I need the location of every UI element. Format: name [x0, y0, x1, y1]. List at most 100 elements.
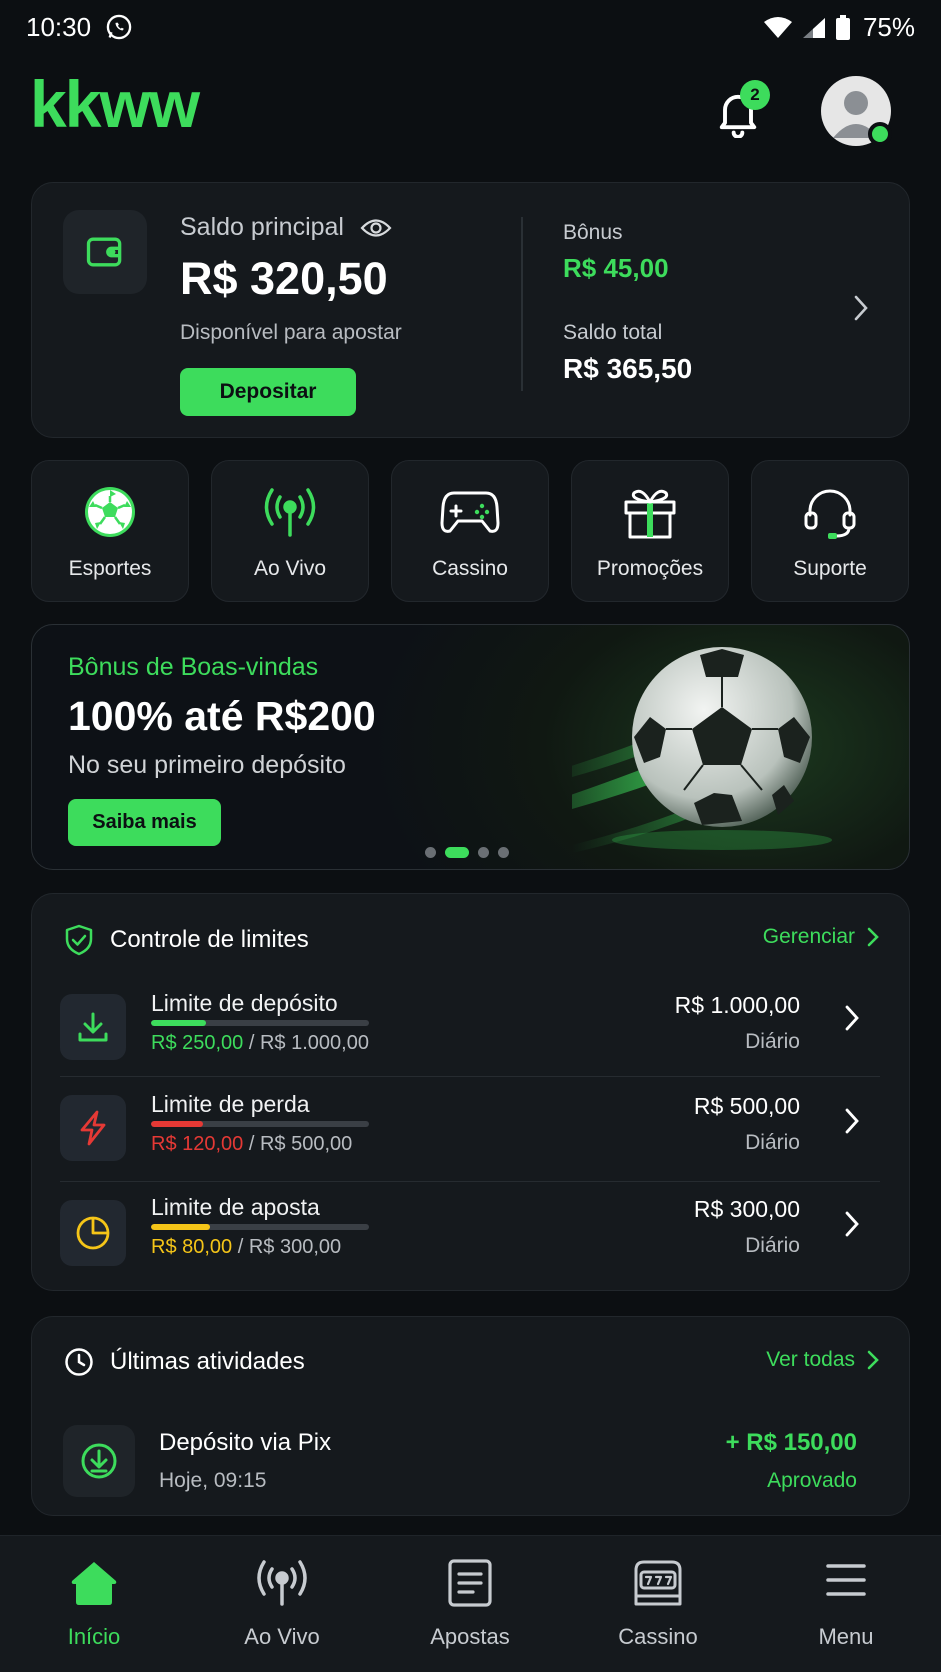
wifi-icon: [763, 16, 793, 40]
wallet-icon: [63, 210, 147, 294]
carousel-dot[interactable]: [478, 847, 489, 858]
live-broadcast-icon: [254, 1558, 310, 1608]
headset-icon: [802, 485, 858, 541]
view-all-label: Ver todas: [766, 1348, 855, 1371]
gamepad-icon: [440, 485, 500, 537]
limit-row-bet[interactable]: Limite de aposta R$ 80,00 / R$ 300,00 R$…: [60, 1181, 880, 1285]
bottom-navigation: Início Ao Vivo Apostas Cassino Menu: [0, 1535, 941, 1672]
activity-time: Hoje, 09:15: [159, 1469, 267, 1492]
chevron-right-icon: [867, 927, 879, 947]
activity-status: Aprovado: [767, 1469, 857, 1492]
nav-label: Início: [67, 1624, 121, 1649]
limit-amount: R$ 300,00: [693, 1196, 800, 1222]
learn-more-button[interactable]: Saiba mais: [68, 799, 221, 846]
limit-row-loss[interactable]: Limite de perda R$ 120,00 / R$ 500,00 R$…: [60, 1076, 880, 1180]
recent-activity-card: Últimas atividades Ver todas Depósito vi…: [31, 1316, 910, 1516]
limit-period: Diário: [745, 1131, 800, 1154]
nav-menu[interactable]: Menu: [752, 1536, 940, 1672]
app-logo[interactable]: kkww: [30, 66, 200, 142]
bet-slip-icon: [447, 1558, 493, 1608]
total-balance-value: R$ 365,50: [563, 353, 693, 384]
lightning-icon: [60, 1095, 126, 1161]
limit-progress-bar: [151, 1020, 369, 1026]
chevron-right-icon: [844, 1004, 860, 1032]
banner-title: Bônus de Boas-vindas: [68, 653, 319, 681]
shield-check-icon: [64, 924, 94, 956]
clock-icon: [64, 1347, 94, 1377]
deposit-button[interactable]: Depositar: [180, 368, 356, 416]
banner-headline: 100% até R$200: [68, 693, 376, 739]
carousel-dots: [425, 847, 509, 858]
quick-action-label: Esportes: [68, 557, 152, 580]
view-all-link[interactable]: Ver todas: [766, 1348, 879, 1372]
limit-total: / R$ 1.000,00: [243, 1032, 369, 1054]
limit-usage: R$ 120,00 / R$ 500,00: [151, 1133, 352, 1156]
slot-machine-icon: [631, 1558, 685, 1608]
live-broadcast-icon: [261, 485, 319, 539]
limit-amount: R$ 1.000,00: [674, 992, 800, 1018]
nav-ao-vivo[interactable]: Ao Vivo: [188, 1536, 376, 1672]
quick-action-cassino[interactable]: Cassino: [391, 460, 549, 602]
eye-icon[interactable]: [360, 217, 392, 239]
carousel-dot[interactable]: [498, 847, 509, 858]
balance-label: Saldo principal: [180, 213, 344, 241]
nav-apostas[interactable]: Apostas: [376, 1536, 564, 1672]
nav-label: Menu: [818, 1624, 874, 1649]
quick-action-ao-vivo[interactable]: Ao Vivo: [211, 460, 369, 602]
limit-total: / R$ 300,00: [232, 1236, 342, 1258]
banner-subtitle: No seu primeiro depósito: [68, 751, 346, 779]
limit-name: Limite de depósito: [151, 990, 338, 1016]
limit-used: R$ 80,00: [151, 1236, 233, 1258]
total-balance-label: Saldo total: [563, 321, 663, 344]
limit-used: R$ 250,00: [151, 1032, 244, 1054]
gift-icon: [622, 485, 678, 541]
carousel-dot[interactable]: [445, 847, 469, 858]
limit-period: Diário: [745, 1234, 800, 1257]
download-circle-icon: [63, 1425, 135, 1497]
quick-action-promocoes[interactable]: Promoções: [571, 460, 729, 602]
balance-divider: [521, 217, 523, 391]
manage-limits-link[interactable]: Gerenciar: [763, 925, 879, 949]
nav-label: Apostas: [430, 1624, 510, 1649]
soccer-ball-illustration: [572, 625, 909, 869]
limit-progress-bar: [151, 1224, 369, 1230]
balance-card: Saldo principal R$ 320,50 Disponível par…: [31, 182, 910, 438]
limit-amount: R$ 500,00: [693, 1093, 800, 1119]
quick-action-label: Suporte: [793, 557, 867, 580]
quick-action-suporte[interactable]: Suporte: [751, 460, 909, 602]
main-balance-amount: R$ 320,50: [180, 253, 388, 304]
quick-action-label: Promoções: [596, 557, 704, 580]
battery-percent: 75%: [862, 12, 915, 42]
limit-row-deposit[interactable]: Limite de depósito R$ 250,00 / R$ 1.000,…: [60, 974, 880, 1078]
download-icon: [60, 994, 126, 1060]
chevron-right-icon: [844, 1107, 860, 1135]
nav-cassino[interactable]: Cassino: [564, 1536, 752, 1672]
quick-action-label: Ao Vivo: [254, 557, 326, 580]
promo-banner[interactable]: Bônus de Boas-vindas 100% até R$200 No s…: [31, 624, 910, 870]
chevron-right-icon[interactable]: [852, 293, 870, 323]
bonus-label: Bônus: [563, 221, 623, 244]
manage-link-label: Gerenciar: [762, 925, 855, 948]
limit-name: Limite de perda: [151, 1091, 310, 1117]
quick-action-esportes[interactable]: Esportes: [31, 460, 189, 602]
nav-label: Cassino: [618, 1624, 698, 1649]
nav-inicio[interactable]: Início: [0, 1536, 188, 1672]
balance-subtitle: Disponível para apostar: [180, 321, 402, 344]
activity-title: Últimas atividades: [110, 1348, 305, 1375]
limit-usage: R$ 250,00 / R$ 1.000,00: [151, 1032, 369, 1055]
chevron-right-icon: [867, 1350, 879, 1370]
activity-name: Depósito via Pix: [159, 1429, 332, 1456]
online-status-indicator: [868, 122, 892, 146]
limit-period: Diário: [745, 1030, 800, 1053]
limit-total: / R$ 500,00: [243, 1133, 353, 1155]
home-icon: [69, 1558, 119, 1608]
signal-icon: [801, 16, 827, 40]
status-time: 10:30: [26, 12, 92, 42]
limit-usage: R$ 80,00 / R$ 300,00: [151, 1236, 341, 1259]
limits-card: Controle de limites Gerenciar Limite de …: [31, 893, 910, 1291]
pie-chart-icon: [60, 1200, 126, 1266]
notification-badge: 2: [740, 80, 770, 110]
carousel-dot[interactable]: [425, 847, 436, 858]
chevron-right-icon: [844, 1210, 860, 1238]
status-bar: 10:30 75%: [0, 0, 941, 56]
